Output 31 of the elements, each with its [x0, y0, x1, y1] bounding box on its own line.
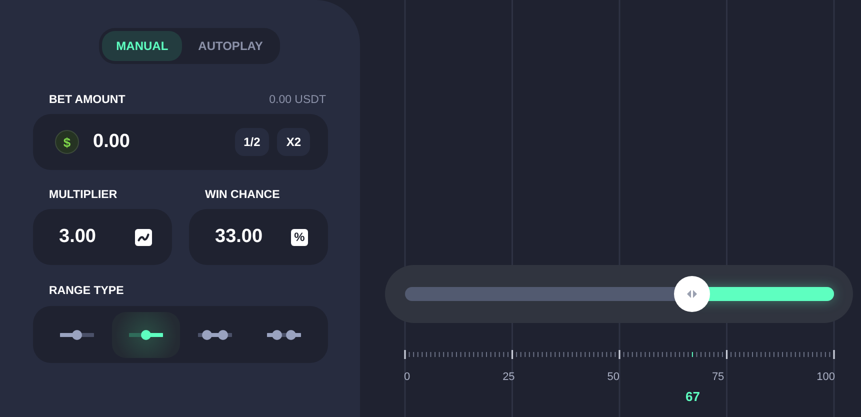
dollar-coin-icon: $ — [55, 130, 79, 154]
slider-handle[interactable] — [674, 276, 710, 312]
slider-value: 67 — [686, 389, 700, 404]
range-type-label: RANGE TYPE — [49, 285, 125, 297]
mode-tab[interactable]: MANUAL — [102, 31, 182, 61]
win-chance-field[interactable]: 33.00 % — [189, 209, 328, 265]
win-chance-input[interactable]: 33.00 — [215, 226, 291, 248]
bet-modifier-button[interactable]: 1/2 — [234, 128, 270, 156]
balance-text: 0.00 USDT — [269, 94, 326, 106]
scale-label: 100 — [816, 371, 835, 383]
trend-chart-icon — [135, 228, 152, 246]
range-slider-icon — [60, 328, 94, 340]
range-slider-icon — [267, 328, 301, 340]
percent-icon: % — [291, 228, 308, 246]
scale-label: 0 — [404, 371, 410, 383]
multiplier-input[interactable]: 3.00 — [59, 226, 135, 248]
mode-tab[interactable]: AUTOPLAY — [184, 31, 277, 61]
bet-amount-field[interactable]: $ 0.00 1/2 X2 — [33, 114, 328, 170]
multiplier-label: MULTIPLIER — [49, 189, 118, 201]
range-type-option[interactable] — [112, 312, 180, 358]
scale-label: 50 — [607, 371, 620, 383]
scale-label: 75 — [712, 371, 724, 383]
bet-amount-label: BET AMOUNT — [49, 94, 126, 106]
bet-modifier-button[interactable]: X2 — [277, 128, 310, 156]
range-slider-icon — [129, 328, 163, 340]
range-slider-icon — [198, 328, 232, 340]
multiplier-field[interactable]: 3.00 — [33, 209, 172, 265]
scale-label: 25 — [502, 371, 515, 383]
win-chance-label: WIN CHANCE — [205, 189, 281, 201]
slider-track[interactable] — [405, 276, 834, 312]
bet-amount-input[interactable]: 0.00 — [93, 131, 227, 153]
